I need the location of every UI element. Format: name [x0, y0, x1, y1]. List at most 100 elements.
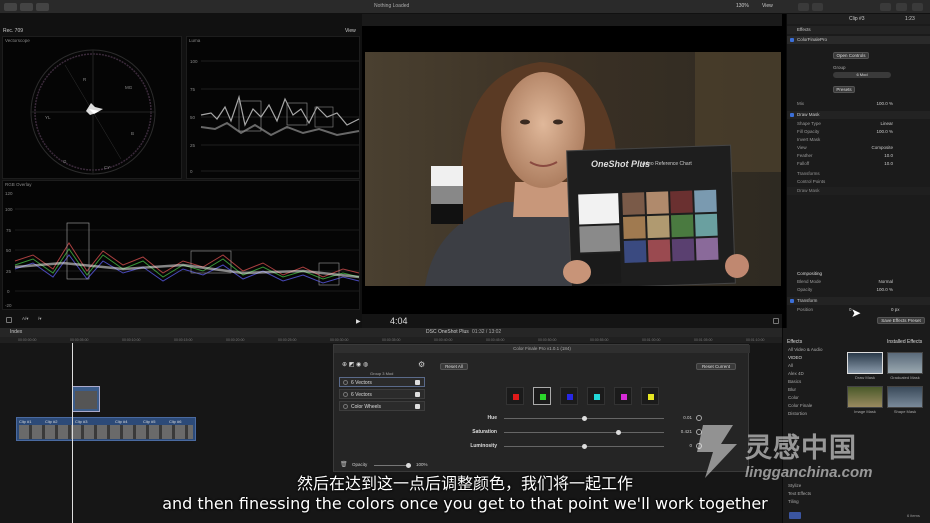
index-button[interactable]: Index [10, 329, 22, 335]
layer-enabled-checkbox[interactable] [415, 392, 420, 397]
position-y-value[interactable]: 0 px [891, 307, 900, 312]
draw-mask-section[interactable]: Draw Mask [787, 111, 930, 119]
layer-item-color-wheels[interactable]: Color Wheels [339, 401, 425, 411]
clip-label[interactable]: Clip #1 [19, 419, 31, 424]
scope-type-menu[interactable]: A/▾ [22, 316, 29, 322]
fx-thumb-image-mask[interactable] [847, 386, 883, 408]
scopes-view-menu[interactable]: View [345, 28, 356, 34]
clip-label[interactable]: Clip #5 [143, 419, 155, 424]
keyword-button[interactable] [36, 3, 49, 11]
trash-icon[interactable]: 🗑 [340, 461, 348, 468]
viewer-view-menu[interactable]: View [762, 3, 773, 9]
scope-layout-menu[interactable]: /▾ [38, 316, 42, 322]
background-tasks-button[interactable] [880, 3, 891, 11]
reset-current-button[interactable]: Reset Current [696, 363, 736, 370]
reset-all-button[interactable]: Reset All [440, 363, 468, 370]
fx-browser-search-icon[interactable] [789, 512, 801, 519]
control-points-row[interactable]: Control Points [791, 178, 927, 186]
open-controls-button[interactable]: Open Controls [833, 52, 869, 59]
timecode-display[interactable]: 4:04 [390, 316, 408, 326]
slider-knob[interactable] [615, 430, 621, 435]
blend-mode-row[interactable]: Blend Mode Normal [791, 278, 927, 286]
fx-category[interactable]: Color [785, 395, 841, 403]
effect-item[interactable]: ColorFinalePro [787, 36, 930, 44]
vectors-icon[interactable]: ◉ [356, 362, 361, 368]
fx-thumb-draw-mask[interactable] [847, 352, 883, 374]
opacity-slider-knob[interactable] [406, 463, 411, 468]
clip-label[interactable]: Clip #3 [75, 419, 87, 424]
layer-enabled-checkbox[interactable] [415, 404, 420, 409]
settings-gear-icon[interactable]: ⚙ [418, 360, 425, 369]
installed-effects-menu[interactable]: Installed Effects [887, 339, 922, 345]
opacity-slider[interactable] [374, 463, 411, 468]
zoom-level[interactable]: 130% [736, 3, 749, 9]
connected-clip[interactable] [72, 386, 100, 412]
effects-browser-toggle[interactable] [798, 3, 809, 11]
feather-row[interactable]: Feather 10.0 [791, 152, 927, 160]
presets-button[interactable]: Presets [833, 86, 855, 93]
shape-type-value[interactable]: Linear [880, 121, 893, 126]
feather-value[interactable]: 10.0 [884, 153, 893, 158]
slider-value[interactable]: 0 [672, 443, 692, 448]
fx-thumb-shape-mask[interactable] [887, 386, 923, 408]
slider-knob[interactable] [582, 416, 587, 421]
layer-item-6-vectors-2[interactable]: 6 Vectors [339, 389, 425, 399]
vector-swatch[interactable] [560, 387, 578, 405]
slider-track[interactable] [504, 416, 664, 421]
falloff-row[interactable]: Falloff 10.0 [791, 160, 927, 168]
add-layer-icon[interactable]: ⊕ [342, 362, 347, 368]
transform-section[interactable]: Transform [787, 297, 930, 305]
invert-mask-row[interactable]: Invert Mask [791, 136, 927, 144]
fx-category[interactable]: Color Finale [785, 403, 841, 411]
library-button[interactable] [4, 3, 17, 11]
mix-value[interactable]: 100.0 % [876, 101, 893, 106]
opacity-row[interactable]: Opacity 100.0 % [791, 286, 927, 294]
opacity-value[interactable]: 100.0 % [876, 287, 893, 292]
slider-knob[interactable] [582, 444, 587, 449]
layer-item-6-vectors-1[interactable]: 6 Vectors [339, 377, 425, 387]
slider-track[interactable] [504, 430, 664, 435]
share-button[interactable] [812, 3, 823, 11]
view-row[interactable]: View Composite [791, 144, 927, 152]
transform-checkbox[interactable] [790, 299, 794, 303]
clip-label[interactable]: Clip #4 [115, 419, 127, 424]
slider-value[interactable]: 0.01 [672, 415, 692, 420]
color-wheels-icon[interactable]: ◍ [363, 362, 368, 368]
vector-swatch[interactable] [641, 387, 659, 405]
fx-category[interactable]: Alex 4D [785, 371, 841, 379]
blend-mode-value[interactable]: Normal [878, 279, 893, 284]
fill-opacity-value[interactable]: 100.0 % [876, 129, 893, 134]
effect-enabled-checkbox[interactable] [790, 38, 794, 42]
fullscreen-icon[interactable] [773, 318, 779, 324]
draw-mask-checkbox[interactable] [790, 113, 794, 117]
slider-value[interactable]: 0.421 [672, 429, 692, 434]
compositing-row[interactable]: Compositing [791, 270, 927, 278]
falloff-value[interactable]: 10.0 [884, 161, 893, 166]
clip-label[interactable]: Clip #2 [45, 419, 57, 424]
slider-track[interactable] [504, 444, 664, 449]
shape-type-row[interactable]: Shape Type Linear [791, 120, 927, 128]
view-value[interactable]: Composite [871, 145, 893, 150]
fx-category[interactable]: VIDEO [785, 355, 841, 363]
group-select[interactable]: 6 Mod [833, 72, 891, 78]
inspector-toggle[interactable] [896, 3, 907, 11]
vector-swatch[interactable] [614, 387, 632, 405]
layer-enabled-checkbox[interactable] [415, 380, 420, 385]
effects-section[interactable]: Effects [787, 26, 930, 34]
clip-label[interactable]: Clip #6 [169, 419, 181, 424]
vector-swatch[interactable] [587, 387, 605, 405]
draw-mask-section-2[interactable]: Draw Mask [787, 187, 930, 195]
fx-category[interactable]: Blur [785, 387, 841, 395]
fx-category[interactable]: Basics [785, 379, 841, 387]
vector-swatch[interactable] [506, 387, 524, 405]
vector-swatch[interactable] [533, 387, 551, 405]
import-button[interactable] [20, 3, 33, 11]
fill-opacity-row[interactable]: Fill Opacity 100.0 % [791, 128, 927, 136]
scope-settings-icon[interactable] [6, 317, 12, 323]
mix-row[interactable]: Mix 100.0 % [791, 100, 927, 108]
browser-toggle[interactable] [912, 3, 923, 11]
transforms-row[interactable]: Transforms [791, 170, 927, 178]
curves-icon[interactable]: ◩ [349, 362, 355, 368]
save-effects-preset-button[interactable]: Save Effects Preset [877, 317, 925, 324]
fx-category[interactable]: All [785, 363, 841, 371]
